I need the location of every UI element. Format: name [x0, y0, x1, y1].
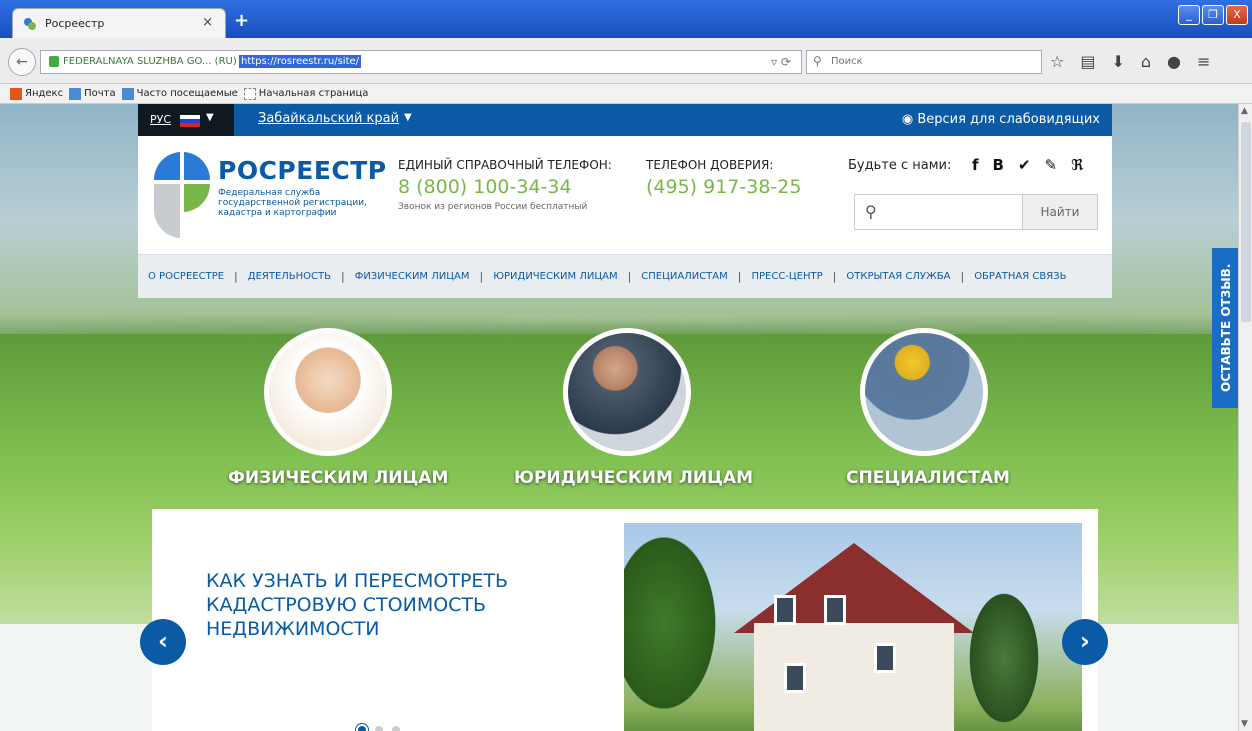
phone-number: 8 (800) 100-34-34: [398, 176, 572, 198]
rosreestr-favicon-icon: [24, 18, 36, 30]
twitter-icon[interactable]: ✔: [1018, 156, 1031, 174]
new-tab-button[interactable]: +: [234, 10, 249, 31]
low-vision-link[interactable]: ◉ Версия для слабовидящих: [902, 112, 1100, 127]
chevron-down-icon: ▼: [206, 112, 214, 123]
rss-icon[interactable]: ℜ: [1071, 156, 1083, 174]
main-menu: О РОСРЕЕСТРЕ | ДЕЯТЕЛЬНОСТЬ | ФИЗИЧЕСКИМ Л…: [138, 254, 1112, 298]
site-search-input[interactable]: ⚲: [854, 194, 1022, 230]
slider-dots: [358, 726, 400, 731]
menu-item-individuals[interactable]: ФИЗИЧЕСКИМ ЛИЦАМ: [355, 271, 470, 282]
menu-item-legal[interactable]: ЮРИДИЧЕСКИМ ЛИЦАМ: [493, 271, 617, 282]
blog-icon[interactable]: ✎: [1045, 156, 1058, 174]
logo-subtitle: Федеральная служба государственной регис…: [218, 188, 367, 218]
lock-icon: [49, 56, 59, 67]
category-individuals[interactable]: ФИЗИЧЕСКИМ ЛИЦАМ: [228, 468, 448, 488]
slider-dot[interactable]: [358, 726, 366, 731]
download-icon[interactable]: ⬇: [1111, 52, 1124, 71]
page-viewport: РУС ▼ Забайкальский край ▼ ◉ Версия для …: [0, 104, 1238, 731]
tab-title: Росреестр: [45, 17, 105, 30]
bookmark-frequent[interactable]: Часто посещаемые: [121, 87, 238, 100]
browser-toolbar: ☆ ▤ ⬇ ⌂ ● ≡: [1050, 52, 1210, 71]
bookmarks-bar: Яндекс Почта Часто посещаемые Начальная …: [0, 84, 1252, 104]
star-icon[interactable]: ☆: [1050, 52, 1064, 71]
slider-dot[interactable]: [375, 726, 383, 731]
browser-navbar: ← FEDERALNAYA SLUZHBA GO... (RU) https:/…: [0, 38, 1252, 84]
reading-list-icon[interactable]: ▤: [1080, 52, 1095, 71]
scroll-thumb[interactable]: [1241, 122, 1251, 322]
feedback-tab[interactable]: ОСТАВЬТЕ ОТЗЫВ.: [1212, 248, 1238, 408]
back-button[interactable]: ←: [8, 48, 36, 76]
search-icon: ⚲: [813, 54, 822, 68]
chat-icon[interactable]: ●: [1167, 52, 1181, 71]
frequent-icon: [121, 87, 134, 100]
menu-item-specialists[interactable]: СПЕЦИАЛИСТАМ: [641, 271, 727, 282]
browser-titlebar: Росреестр × + _ ❐ X: [0, 0, 1252, 38]
social-label: Будьте с нами:: [848, 158, 952, 173]
browser-tab[interactable]: Росреестр ×: [12, 8, 226, 38]
minimize-button[interactable]: _: [1178, 5, 1200, 25]
menu-item-open-service[interactable]: ОТКРЫТАЯ СЛУЖБА: [846, 271, 950, 282]
slider-dot[interactable]: [392, 726, 400, 731]
facebook-icon[interactable]: f: [972, 156, 979, 174]
page-icon: [243, 87, 256, 100]
site-identity[interactable]: FEDERALNAYA SLUZHBA GO... (RU): [63, 56, 237, 67]
window-controls: _ ❐ X: [1178, 5, 1248, 25]
yandex-icon: [10, 87, 22, 100]
browser-search[interactable]: ⚲ Поиск: [806, 50, 1042, 74]
slider-prev-button[interactable]: ‹: [140, 619, 186, 665]
close-tab-icon[interactable]: ×: [202, 15, 213, 30]
bookmark-mail[interactable]: Почта: [69, 87, 116, 100]
trust-phone-label: ТЕЛЕФОН ДОВЕРИЯ:: [646, 158, 774, 172]
logo-title[interactable]: РОСРЕЕСТР: [218, 156, 387, 185]
legal-entities-image[interactable]: [563, 328, 691, 456]
news-slider: КАК УЗНАТЬ И ПЕРЕСМОТРЕТЬ КАДАСТРОВУЮ СТ…: [152, 509, 1098, 731]
menu-item-about[interactable]: О РОСРЕЕСТРЕ: [148, 271, 224, 282]
vk-icon[interactable]: B: [993, 156, 1004, 174]
mail-icon: [69, 87, 82, 100]
search-placeholder: Поиск: [831, 56, 863, 67]
chevron-down-icon: ▼: [404, 112, 412, 123]
bookmark-yandex[interactable]: Яндекс: [10, 87, 63, 100]
top-strip: РУС ▼ Забайкальский край ▼ ◉ Версия для …: [138, 104, 1112, 136]
russia-flag-icon: [180, 115, 200, 127]
individuals-image[interactable]: [264, 328, 392, 456]
scroll-down-icon[interactable]: ▼: [1241, 719, 1248, 729]
reload-icon[interactable]: ▿ ⟳: [771, 55, 791, 69]
menu-icon[interactable]: ≡: [1197, 52, 1210, 71]
slide-title[interactable]: КАК УЗНАТЬ И ПЕРЕСМОТРЕТЬ КАДАСТРОВУЮ СТ…: [206, 569, 576, 641]
category-legal[interactable]: ЮРИДИЧЕСКИМ ЛИЦАМ: [514, 468, 753, 488]
menu-item-feedback[interactable]: ОБРАТНАЯ СВЯЗЬ: [974, 271, 1066, 282]
trust-phone-number: (495) 917-38-25: [646, 176, 802, 198]
slider-next-button[interactable]: ›: [1062, 619, 1108, 665]
search-icon: ⚲: [865, 202, 877, 221]
home-icon[interactable]: ⌂: [1141, 52, 1151, 71]
scroll-up-icon[interactable]: ▲: [1241, 106, 1251, 118]
logo-icon[interactable]: [152, 150, 212, 240]
region-selector[interactable]: Забайкальский край: [258, 111, 399, 126]
slide-image[interactable]: [624, 523, 1082, 731]
search-button[interactable]: Найти: [1022, 194, 1098, 230]
close-window-button[interactable]: X: [1226, 5, 1248, 25]
social-links: f B ✔ ✎ ℜ: [972, 156, 1083, 174]
phone-note: Звонок из регионов России бесплатный: [398, 202, 588, 212]
specialists-image[interactable]: [860, 328, 988, 456]
url-bar[interactable]: FEDERALNAYA SLUZHBA GO... (RU) https://r…: [40, 50, 802, 74]
menu-item-press[interactable]: ПРЕСС-ЦЕНТР: [751, 271, 822, 282]
language-selector[interactable]: РУС ▼: [138, 104, 234, 136]
site-header: РОСРЕЕСТР Федеральная служба государстве…: [138, 136, 1112, 254]
vertical-scrollbar[interactable]: ▲ ▼: [1238, 104, 1252, 731]
menu-item-activity[interactable]: ДЕЯТЕЛЬНОСТЬ: [248, 271, 331, 282]
phone-label: ЕДИНЫЙ СПРАВОЧНЫЙ ТЕЛЕФОН:: [398, 158, 612, 172]
bookmark-home[interactable]: Начальная страница: [243, 87, 368, 100]
restore-button[interactable]: ❐: [1202, 5, 1224, 25]
url-text[interactable]: https://rosreestr.ru/site/: [239, 55, 362, 68]
category-specialists[interactable]: СПЕЦИАЛИСТАМ: [846, 468, 1010, 488]
